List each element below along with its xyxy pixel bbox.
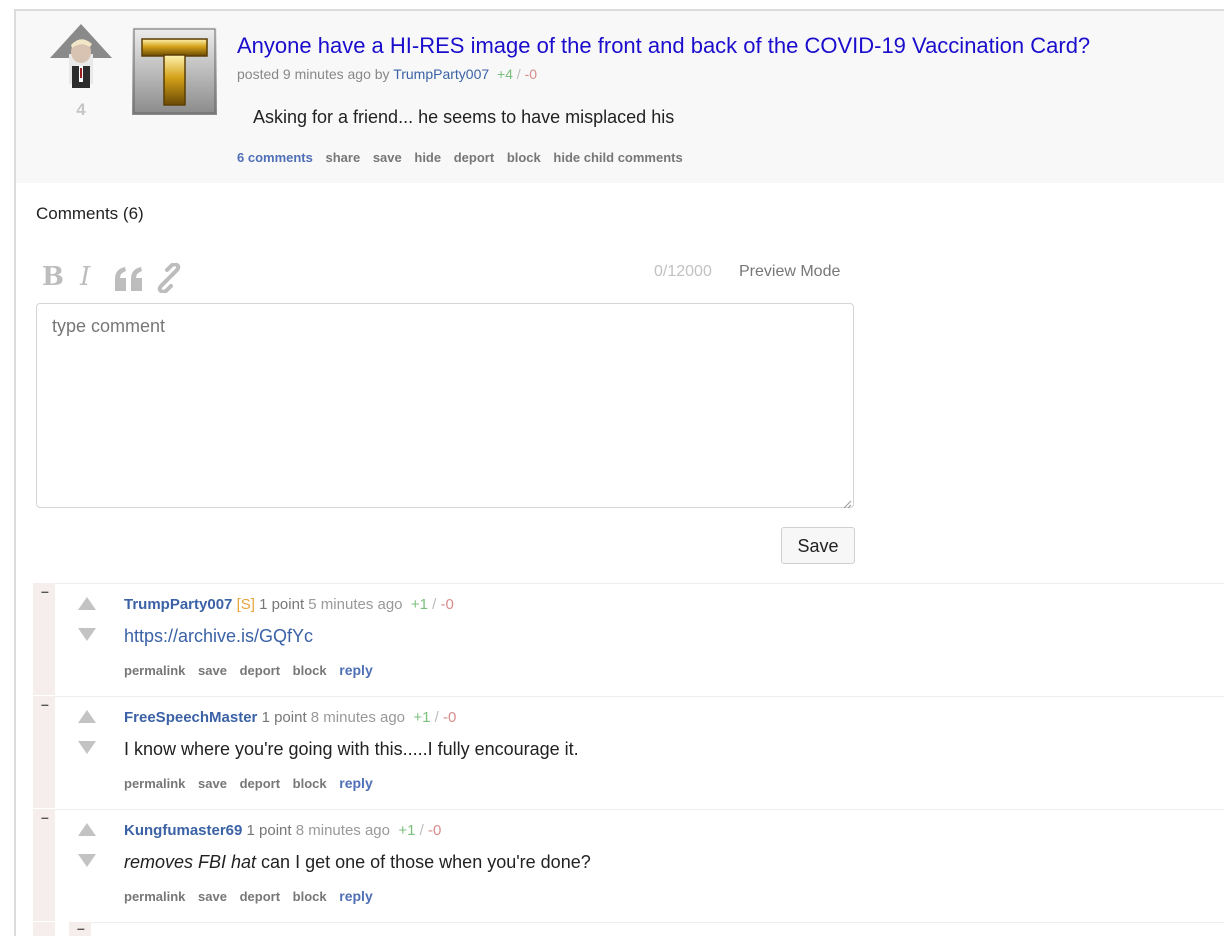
upvote-arrow-icon[interactable]	[78, 710, 96, 723]
collapse-button[interactable]: –	[77, 920, 85, 936]
comment-author-link[interactable]: TrumpParty007	[124, 596, 232, 613]
reply-button[interactable]: reply	[339, 662, 372, 678]
block-button[interactable]: block	[293, 663, 327, 678]
post-meta-prefix: posted 9 minutes ago by	[237, 66, 390, 82]
comment-meta: TrumpParty007 [S] 1 point 5 minutes ago …	[124, 596, 454, 613]
post-meta: posted 9 minutes ago by TrumpParty007 +4…	[237, 66, 537, 82]
comment-thread-bar[interactable]	[33, 696, 55, 808]
post-title[interactable]: Anyone have a HI-RES image of the front …	[237, 33, 1090, 59]
bold-button[interactable]: B	[42, 262, 64, 292]
comment-thread-bar[interactable]	[33, 583, 55, 695]
permalink-button[interactable]: permalink	[124, 889, 185, 904]
downvote-arrow-icon[interactable]	[78, 854, 96, 867]
comment-actions: permalink save deport block reply	[124, 662, 382, 678]
block-button[interactable]: block	[507, 150, 541, 165]
italic-button[interactable]: I	[80, 262, 90, 292]
comment-actions: permalink save deport block reply	[124, 888, 382, 904]
gold-t-icon[interactable]	[132, 27, 217, 115]
comment-downvotes: -0	[427, 822, 442, 839]
comment-link[interactable]: https://archive.is/GQfYc	[124, 626, 313, 646]
comment-downvotes: -0	[443, 709, 457, 726]
reply-button[interactable]: reply	[339, 888, 372, 904]
post-author-link[interactable]: TrumpParty007	[393, 66, 489, 82]
deport-button[interactable]: deport	[454, 150, 494, 165]
resize-grip-icon[interactable]	[842, 496, 852, 509]
downvote-arrow-icon[interactable]	[78, 741, 96, 754]
save-button[interactable]: save	[198, 776, 227, 791]
comment-body: https://archive.is/GQfYc	[124, 626, 313, 647]
comment-thread-bar[interactable]	[33, 809, 55, 921]
comment-upvotes: +1	[413, 709, 431, 726]
comment-item: – TrumpParty007 [S] 1 point 5 minutes ag…	[33, 583, 1224, 695]
comment-time: 8 minutes ago	[295, 822, 390, 839]
upvote-arrow-icon[interactable]	[78, 597, 96, 610]
save-button[interactable]: save	[198, 663, 227, 678]
comment-vote-separator: /	[432, 596, 437, 613]
collapse-button[interactable]: –	[41, 696, 49, 712]
deport-button[interactable]: deport	[240, 663, 280, 678]
post-score: 4	[76, 100, 86, 119]
save-post-button[interactable]: save	[373, 150, 402, 165]
comment-author-link[interactable]: Kungfumaster69	[124, 822, 242, 839]
comment-meta: Kungfumaster69 1 point 8 minutes ago +1 …	[124, 822, 441, 839]
trump-avatar-icon[interactable]	[46, 22, 116, 92]
comment-upvotes: +1	[410, 596, 428, 613]
save-comment-button[interactable]: Save	[781, 527, 855, 564]
comment-actions: permalink save deport block reply	[124, 775, 382, 791]
post-vote-separator: /	[516, 66, 521, 82]
block-button[interactable]: block	[293, 889, 327, 904]
link-icon[interactable]	[154, 262, 184, 300]
post-downvotes: -0	[524, 66, 538, 82]
comment-body-italic: removes FBI hat	[124, 852, 257, 872]
permalink-button[interactable]: permalink	[124, 663, 185, 678]
post-actions: 6 comments share save hide deport block …	[237, 150, 692, 165]
child-comment-stub: –	[33, 920, 1224, 936]
comment-upvotes: +1	[398, 822, 416, 839]
comment-points: 1 point	[261, 709, 307, 726]
comment-item: – FreeSpeechMaster 1 point 8 minutes ago…	[33, 696, 1224, 808]
deport-button[interactable]: deport	[240, 776, 280, 791]
comment-textarea[interactable]: type comment	[36, 303, 854, 508]
comment-divider	[55, 809, 1224, 810]
comment-thread-bar[interactable]	[33, 922, 55, 936]
comment-divider	[55, 583, 1224, 584]
comment-downvotes: -0	[440, 596, 454, 613]
upvote-arrow-icon[interactable]	[78, 823, 96, 836]
block-button[interactable]: block	[293, 776, 327, 791]
comment-points: 1 point	[246, 822, 292, 839]
comment-body: I know where you're going with this.....…	[124, 739, 579, 759]
comment-vote-separator: /	[419, 822, 424, 839]
quote-icon[interactable]	[114, 262, 144, 300]
deport-button[interactable]: deport	[240, 889, 280, 904]
preview-mode-button[interactable]: Preview Mode	[739, 263, 840, 281]
comment-points: 1 point	[259, 596, 305, 613]
comments-link[interactable]: 6 comments	[237, 150, 313, 165]
comment-body-text: can I get one of those when you're done?	[256, 852, 591, 872]
comment-time: 5 minutes ago	[308, 596, 403, 613]
comment-time: 8 minutes ago	[310, 709, 406, 726]
comment-body: removes FBI hat can I get one of those w…	[124, 852, 591, 873]
comment-vote-separator: /	[434, 709, 439, 726]
share-button[interactable]: share	[326, 150, 361, 165]
comment-divider	[91, 922, 1224, 923]
collapse-button[interactable]: –	[41, 809, 49, 825]
comment-author-link[interactable]: FreeSpeechMaster	[124, 709, 257, 726]
post-body: Asking for a friend... he seems to have …	[253, 107, 675, 127]
save-button[interactable]: save	[198, 889, 227, 904]
comment-meta: FreeSpeechMaster 1 point 8 minutes ago +…	[124, 709, 456, 726]
comment-divider	[55, 696, 1224, 697]
collapse-button[interactable]: –	[41, 583, 49, 599]
hide-child-comments-button[interactable]: hide child comments	[553, 150, 682, 165]
char-count: 0/12000	[654, 263, 712, 280]
submitter-tag: [S]	[236, 596, 255, 613]
downvote-arrow-icon[interactable]	[78, 628, 96, 641]
post-upvotes: +4	[496, 66, 513, 82]
comment-item: – Kungfumaster69 1 point 8 minutes ago +…	[33, 809, 1224, 921]
comments-heading: Comments (6)	[36, 204, 144, 223]
permalink-button[interactable]: permalink	[124, 776, 185, 791]
reply-button[interactable]: reply	[339, 775, 372, 791]
hide-button[interactable]: hide	[414, 150, 441, 165]
